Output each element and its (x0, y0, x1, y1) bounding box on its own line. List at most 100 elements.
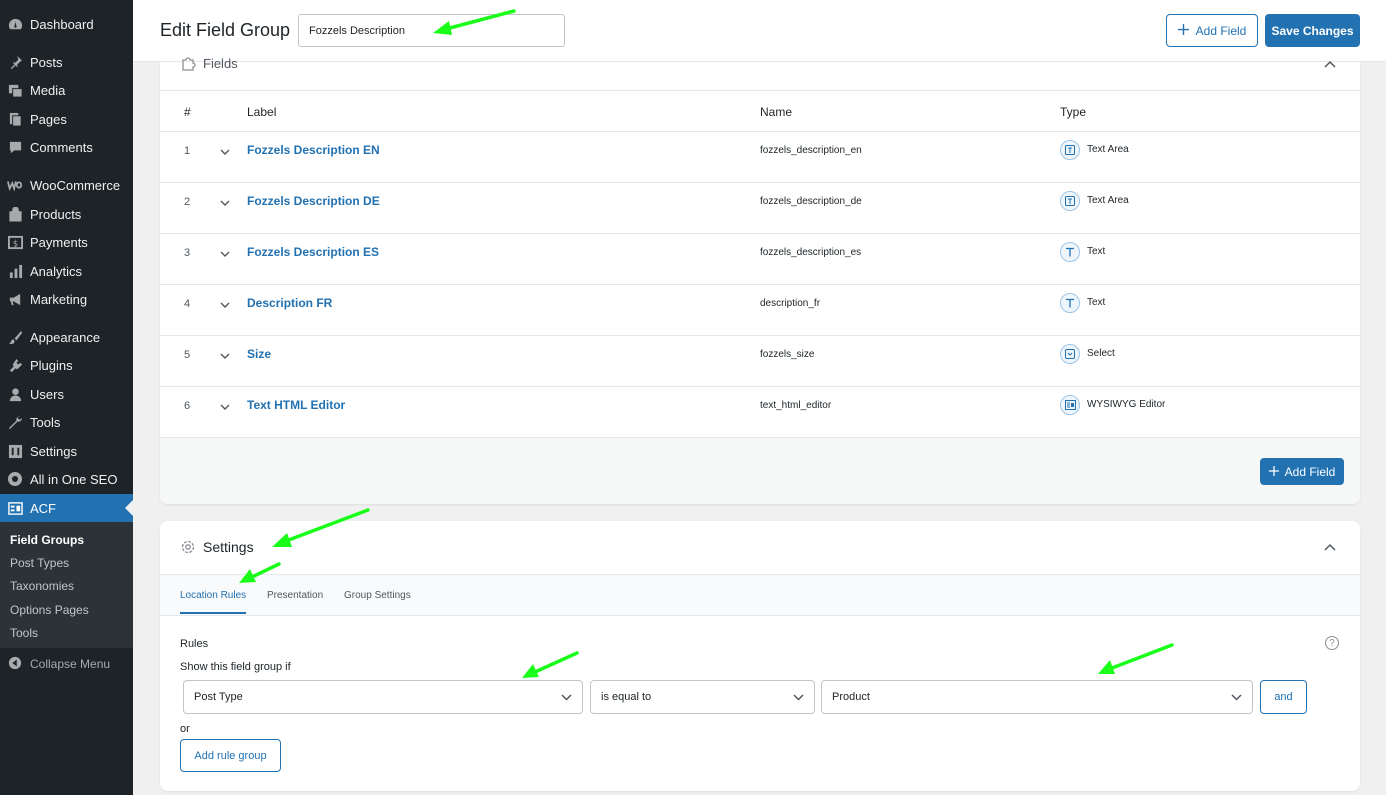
rule-param-select[interactable]: Post Type (183, 680, 583, 714)
field-name: fozzels_description_en (760, 145, 862, 156)
table-row[interactable]: 2 Fozzels Description DE fozzels_descrip… (160, 183, 1360, 234)
chevron-down-icon (793, 692, 804, 704)
settings-icon (7, 443, 23, 459)
and-button[interactable]: and (1260, 680, 1307, 714)
sidebar-item-label: Pages (30, 111, 67, 127)
textarea-icon (1060, 191, 1080, 211)
sidebar-item-users[interactable]: Users (0, 380, 133, 408)
sidebar-item-products[interactable]: Products (0, 200, 133, 228)
gear-icon (180, 539, 196, 558)
tab-group-settings[interactable]: Group Settings (344, 590, 411, 601)
woocommerce-icon (7, 177, 23, 193)
comment-icon (7, 139, 23, 155)
add-rule-group-button[interactable]: Add rule group (180, 739, 281, 772)
table-row[interactable]: 4 Description FR description_fr Text (160, 285, 1360, 336)
sidebar-item-label: Dashboard (30, 16, 94, 32)
chevron-up-icon[interactable] (1324, 539, 1336, 554)
sidebar-item-acf[interactable]: ACF (0, 494, 133, 522)
chevron-up-icon[interactable] (1324, 56, 1336, 71)
wrench-icon (7, 414, 23, 430)
sidebar-item-tools[interactable]: Tools (0, 408, 133, 436)
add-field-button[interactable]: Add Field (1166, 14, 1258, 47)
add-field-label: Add Field (1195, 23, 1247, 38)
table-row[interactable]: 6 Text HTML Editor text_html_editor WYSI… (160, 387, 1360, 438)
sidebar-item-analytics[interactable]: Analytics (0, 257, 133, 285)
sidebar-item-posts[interactable]: Posts (0, 48, 133, 76)
sidebar-item-plugins[interactable]: Plugins (0, 351, 133, 379)
save-changes-button[interactable]: Save Changes (1265, 14, 1360, 47)
field-name: fozzels_description_es (760, 247, 862, 258)
chevron-down-icon[interactable] (220, 195, 230, 210)
brush-icon (7, 329, 23, 345)
sidebar-item-payments[interactable]: $ Payments (0, 228, 133, 256)
sidebar-item-comments[interactable]: Comments (0, 133, 133, 161)
page-title: Edit Field Group (160, 20, 291, 40)
column-header-num: # (184, 105, 191, 119)
settings-panel: Settings Location Rules Presentation Gro… (160, 521, 1360, 791)
submenu-options-pages[interactable]: Options Pages (10, 603, 89, 617)
rule-operator-select[interactable]: is equal to (590, 680, 815, 714)
field-label[interactable]: Text HTML Editor (247, 398, 345, 412)
sidebar-item-pages[interactable]: Pages (0, 105, 133, 133)
sidebar-item-label: Plugins (30, 357, 73, 373)
field-type: Text Area (1087, 195, 1129, 206)
sidebar-item-all-in-one-seo[interactable]: All in One SEO (0, 465, 133, 493)
field-number: 1 (184, 145, 191, 157)
field-label[interactable]: Fozzels Description ES (247, 245, 379, 259)
textarea-icon (1060, 140, 1080, 160)
fields-table: # Label Name Type 1 Fozzels Description … (160, 90, 1360, 438)
chevron-down-icon[interactable] (220, 144, 230, 159)
sidebar-item-label: Marketing (30, 291, 88, 307)
rule-param-value: Post Type (194, 691, 243, 703)
chevron-down-icon[interactable] (220, 348, 230, 363)
sidebar-item-label: Payments (30, 234, 88, 250)
sidebar-item-label: Analytics (30, 263, 83, 279)
sidebar-item-marketing[interactable]: Marketing (0, 285, 133, 313)
submenu-post-types[interactable]: Post Types (10, 556, 69, 570)
tab-location-rules[interactable]: Location Rules (180, 590, 247, 614)
field-group-title-input[interactable] (298, 14, 565, 47)
field-name: fozzels_description_de (760, 196, 862, 207)
collapse-menu-button[interactable]: Collapse Menu (0, 652, 133, 676)
help-icon[interactable]: ? (1325, 636, 1339, 650)
field-type: Text Area (1087, 144, 1129, 155)
chevron-down-icon[interactable] (220, 399, 230, 414)
sidebar-item-appearance[interactable]: Appearance (0, 323, 133, 351)
collapse-menu-label: Collapse Menu (30, 657, 111, 671)
svg-text:$: $ (12, 238, 17, 248)
chevron-down-icon (561, 692, 572, 704)
add-field-label: Add Field (1284, 464, 1336, 479)
sidebar-item-media[interactable]: Media (0, 76, 133, 104)
admin-sidebar: Dashboard Posts Media Pages Comments Woo… (0, 0, 133, 795)
field-label[interactable]: Fozzels Description EN (247, 143, 380, 157)
submenu-tools[interactable]: Tools (10, 626, 38, 640)
text-icon (1060, 242, 1080, 262)
user-icon (7, 386, 23, 402)
plus-icon (1268, 465, 1279, 479)
sidebar-item-dashboard[interactable]: Dashboard (0, 10, 133, 38)
table-row[interactable]: 5 Size fozzels_size Select (160, 336, 1360, 387)
submenu-field-groups[interactable]: Field Groups (10, 533, 84, 547)
rule-value-select[interactable]: Product (821, 680, 1253, 714)
chevron-down-icon[interactable] (220, 297, 230, 312)
field-name: text_html_editor (760, 400, 832, 411)
column-header-name: Name (760, 105, 793, 119)
field-label[interactable]: Fozzels Description DE (247, 194, 380, 208)
field-label[interactable]: Size (247, 347, 271, 361)
field-number: 2 (184, 196, 191, 208)
show-if-label: Show this field group if (180, 661, 291, 673)
plus-icon (1177, 23, 1189, 38)
sidebar-item-label: Comments (30, 139, 93, 155)
add-field-bottom-button[interactable]: Add Field (1260, 458, 1344, 485)
field-label[interactable]: Description FR (247, 296, 332, 310)
table-row[interactable]: 3 Fozzels Description ES fozzels_descrip… (160, 234, 1360, 285)
sidebar-item-woocommerce[interactable]: WooCommerce (0, 171, 133, 199)
submenu-taxonomies[interactable]: Taxonomies (10, 579, 74, 593)
chevron-down-icon[interactable] (220, 246, 230, 261)
tab-presentation[interactable]: Presentation (267, 590, 323, 601)
sidebar-item-label: Products (30, 206, 82, 222)
sidebar-item-settings[interactable]: Settings (0, 437, 133, 465)
table-row[interactable]: 1 Fozzels Description EN fozzels_descrip… (160, 132, 1360, 183)
settings-tabs: Location Rules Presentation Group Settin… (160, 574, 1360, 616)
seo-icon (7, 471, 23, 487)
